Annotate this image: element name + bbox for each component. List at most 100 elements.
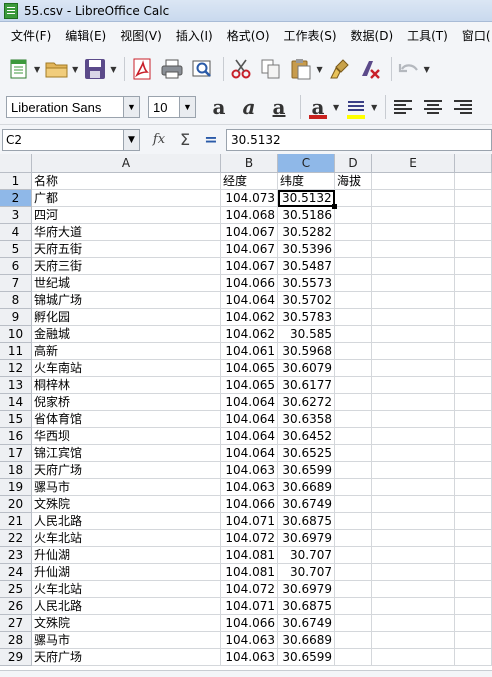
table-cell[interactable] — [335, 411, 372, 428]
table-cell[interactable] — [455, 530, 492, 547]
table-cell[interactable] — [372, 207, 455, 224]
table-cell[interactable] — [335, 377, 372, 394]
font-name-value[interactable]: Liberation Sans — [7, 100, 123, 115]
column-header-c[interactable]: C — [278, 154, 335, 173]
table-cell[interactable] — [335, 275, 372, 292]
menu-file[interactable]: 文件(F) — [4, 27, 58, 44]
table-cell[interactable]: 30.6358 — [278, 411, 335, 428]
table-cell[interactable] — [455, 615, 492, 632]
table-cell[interactable]: 30.6979 — [278, 581, 335, 598]
formula-input[interactable]: 30.5132 — [226, 129, 492, 151]
table-cell[interactable]: 104.066 — [221, 496, 278, 513]
table-cell[interactable] — [335, 649, 372, 666]
row-header[interactable]: 12 — [0, 360, 32, 377]
table-cell[interactable] — [372, 632, 455, 649]
table-cell[interactable] — [372, 615, 455, 632]
row-header[interactable]: 5 — [0, 241, 32, 258]
table-cell[interactable]: 104.063 — [221, 479, 278, 496]
table-cell[interactable]: 104.062 — [221, 326, 278, 343]
name-box[interactable]: C2 ▼ — [2, 128, 140, 151]
table-cell[interactable]: 30.6875 — [278, 598, 335, 615]
table-cell[interactable]: 人民北路 — [32, 513, 221, 530]
table-cell[interactable] — [372, 190, 455, 207]
function-wizard-icon[interactable]: fx — [148, 132, 170, 147]
table-cell[interactable]: 30.6689 — [278, 479, 335, 496]
table-cell[interactable] — [335, 530, 372, 547]
align-left-icon[interactable] — [390, 94, 416, 120]
table-cell[interactable] — [372, 428, 455, 445]
table-cell[interactable]: 30.707 — [278, 547, 335, 564]
row-header[interactable]: 29 — [0, 649, 32, 666]
table-cell[interactable]: 104.064 — [221, 394, 278, 411]
table-cell[interactable]: 30.6749 — [278, 496, 335, 513]
table-cell[interactable]: 104.071 — [221, 598, 278, 615]
table-cell[interactable]: 文殊院 — [32, 496, 221, 513]
menu-format[interactable]: 格式(O) — [220, 27, 277, 44]
horizontal-scrollbar[interactable] — [0, 670, 492, 677]
table-cell[interactable]: 广都 — [32, 190, 221, 207]
table-cell[interactable]: 104.081 — [221, 564, 278, 581]
clear-formatting-icon[interactable] — [357, 56, 383, 82]
table-cell[interactable] — [335, 241, 372, 258]
table-cell[interactable] — [455, 309, 492, 326]
table-cell[interactable]: 104.081 — [221, 547, 278, 564]
table-cell[interactable] — [455, 598, 492, 615]
table-cell[interactable] — [372, 445, 455, 462]
table-cell[interactable] — [335, 360, 372, 377]
open-folder-icon[interactable] — [44, 56, 70, 82]
menu-edit[interactable]: 编辑(E) — [58, 27, 113, 44]
table-cell[interactable] — [455, 241, 492, 258]
table-cell[interactable] — [372, 496, 455, 513]
paste-icon[interactable] — [288, 56, 314, 82]
row-header[interactable]: 7 — [0, 275, 32, 292]
table-cell[interactable]: 天府五街 — [32, 241, 221, 258]
table-cell[interactable]: 104.064 — [221, 428, 278, 445]
table-cell[interactable]: 30.6079 — [278, 360, 335, 377]
table-cell[interactable] — [372, 479, 455, 496]
chevron-down-icon[interactable]: ▼ — [123, 129, 139, 150]
table-cell[interactable]: 104.067 — [221, 241, 278, 258]
row-header[interactable]: 2 — [0, 190, 32, 207]
table-cell[interactable]: 人民北路 — [32, 598, 221, 615]
table-cell[interactable]: 30.585 — [278, 326, 335, 343]
table-cell[interactable]: 30.5396 — [278, 241, 335, 258]
table-cell[interactable]: 30.707 — [278, 564, 335, 581]
table-cell[interactable]: 30.6177 — [278, 377, 335, 394]
chevron-down-icon[interactable]: ▼ — [179, 97, 195, 117]
table-cell[interactable]: 孵化园 — [32, 309, 221, 326]
save-icon[interactable] — [82, 56, 108, 82]
export-pdf-icon[interactable] — [129, 56, 155, 82]
table-cell[interactable]: 华府大道 — [32, 224, 221, 241]
highlight-color-icon[interactable] — [343, 94, 369, 120]
table-cell[interactable]: 火车北站 — [32, 530, 221, 547]
table-cell[interactable]: 30.5282 — [278, 224, 335, 241]
table-cell[interactable] — [372, 598, 455, 615]
print-icon[interactable] — [159, 56, 185, 82]
table-cell[interactable]: 104.061 — [221, 343, 278, 360]
table-cell[interactable] — [335, 479, 372, 496]
row-header[interactable]: 1 — [0, 173, 32, 190]
table-cell[interactable]: 四河 — [32, 207, 221, 224]
row-header[interactable]: 26 — [0, 598, 32, 615]
chevron-down-icon[interactable]: ▼ — [110, 65, 116, 74]
table-cell[interactable]: 30.6272 — [278, 394, 335, 411]
table-cell[interactable] — [335, 224, 372, 241]
row-header[interactable]: 25 — [0, 581, 32, 598]
column-header-d[interactable]: D — [335, 154, 372, 173]
table-cell[interactable] — [372, 564, 455, 581]
table-cell[interactable] — [335, 207, 372, 224]
table-cell[interactable]: 104.067 — [221, 224, 278, 241]
row-header[interactable]: 4 — [0, 224, 32, 241]
table-cell[interactable] — [335, 581, 372, 598]
table-cell[interactable] — [335, 632, 372, 649]
table-cell[interactable]: 文殊院 — [32, 615, 221, 632]
table-cell[interactable] — [372, 224, 455, 241]
table-cell[interactable]: 海拔 — [335, 173, 372, 190]
table-cell[interactable] — [372, 513, 455, 530]
chevron-down-icon[interactable]: ▼ — [123, 97, 139, 117]
table-cell[interactable]: 火车南站 — [32, 360, 221, 377]
table-cell[interactable] — [335, 547, 372, 564]
table-cell[interactable]: 104.073 — [221, 190, 278, 207]
table-cell[interactable]: 104.064 — [221, 411, 278, 428]
table-cell[interactable] — [372, 649, 455, 666]
